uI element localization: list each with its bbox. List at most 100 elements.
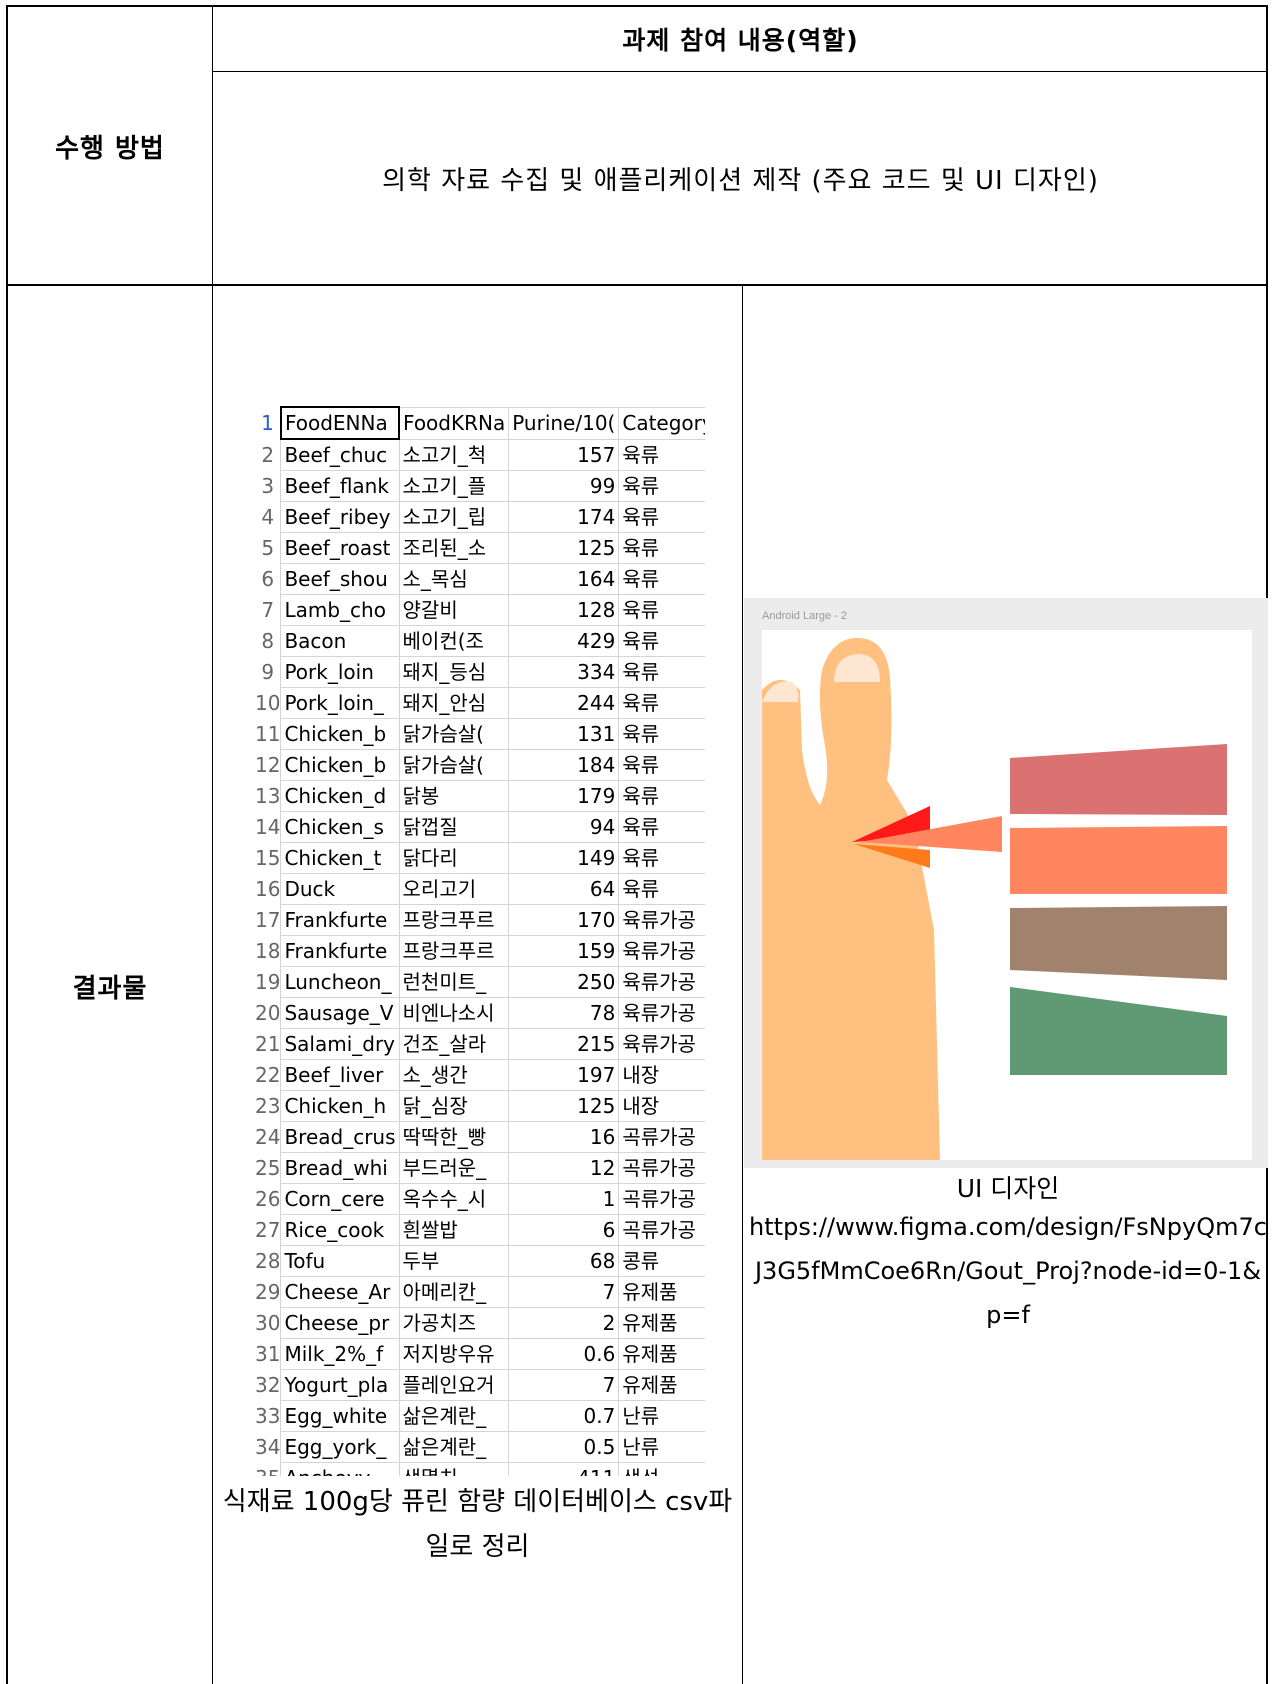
category-cell: 육류 [618,749,705,781]
food-en-cell: Bread_whi [280,1152,400,1184]
category-cell: Category [618,406,705,440]
category-cell: 곡류가공 [618,1121,705,1153]
category-cell: 육류가공 [618,1028,705,1060]
table-row: 34 Egg_york_ 삶은계란_ 0.5 난류 [255,1431,705,1463]
food-kr-cell: 돼지_안심 [398,687,510,719]
table-row: 16 Duck 오리고기 64 육류 [255,873,705,905]
table-row: 6 Beef_shou 소_목심 164 육류 [255,563,705,595]
food-kr-cell: 건조_살라 [398,1028,510,1060]
food-en-cell: Chicken_h [280,1090,400,1122]
purine-cell: 0.7 [508,1400,620,1432]
category-cell: 곡류가공 [618,1214,705,1246]
purine-cell: 429 [508,625,620,657]
category-cell: 육류 [618,687,705,719]
spreadsheet-table: 1 FoodENNa FoodKRNa Purine/10(Category 2 Beef… [255,406,705,1476]
purine-cell: 170 [508,904,620,936]
food-en-cell: Bacon [280,625,400,657]
purine-cell: 125 [508,532,620,564]
row-number: 29 [255,1276,281,1308]
purine-cell: 1 [508,1183,620,1215]
purine-cell: 250 [508,966,620,998]
figma-link[interactable]: https://www.figma.com/design/FsNpyQm7cJ3… [748,1205,1268,1337]
purine-cell: 7 [508,1276,620,1308]
food-kr-cell: 닭봉 [398,780,510,812]
table-row: 17 Frankfurte 프랑크푸르 170 육류가공 [255,904,705,936]
food-kr-cell: 소_목심 [398,563,510,595]
category-cell: 육류가공 [618,935,705,967]
food-kr-cell: 소고기_립 [398,501,510,533]
purine-cell: 0.6 [508,1338,620,1370]
category-cell: 생선 [618,1462,705,1476]
row-number: 28 [255,1245,281,1277]
row-number: 4 [255,501,281,533]
purine-cell: 12 [508,1152,620,1184]
food-en-cell: Chicken_b [280,749,400,781]
food-kr-cell: 양갈비 [398,594,510,626]
table-row: 28 Tofu 두부 68 콩류 [255,1245,705,1277]
purine-cell: 7 [508,1369,620,1401]
category-cell: 유제품 [618,1276,705,1308]
row-number: 8 [255,625,281,657]
table-row: 8 Bacon 베이컨(조 429 육류 [255,625,705,657]
purine-cell: 184 [508,749,620,781]
row-number: 24 [255,1121,281,1153]
table-row: 4 Beef_ribey 소고기_립 174 육류 [255,501,705,533]
row-number: 11 [255,718,281,750]
food-kr-cell: 오리고기 [398,873,510,905]
food-kr-cell: 플레인요거 [398,1369,510,1401]
category-cell: 내장 [618,1059,705,1091]
row-number: 5 [255,532,281,564]
purine-cell: 131 [508,718,620,750]
food-kr-cell: 소고기_플 [398,470,510,502]
table-row: 23 Chicken_h 닭_심장 125 내장 [255,1090,705,1122]
spreadsheet-caption: 식재료 100g당 퓨린 함량 데이터베이스 csv파일로 정리 [222,1487,733,1562]
food-en-cell: Cheese_Ar [280,1276,400,1308]
food-en-cell: Bread_crus [280,1121,400,1153]
category-cell: 곡류가공 [618,1183,705,1215]
category-cell: 육류 [618,873,705,905]
purine-cell: 244 [508,687,620,719]
food-kr-cell: 옥수수_시 [398,1183,510,1215]
level-bar-1 [1010,744,1227,815]
food-kr-cell: 두부 [398,1245,510,1277]
category-cell: 내장 [618,1090,705,1122]
table-row: 12 Chicken_b 닭가슴살(184 육류 [255,749,705,781]
table-row: 32 Yogurt_pla 플레인요거 7 유제품 [255,1369,705,1401]
food-en-cell: Lamb_cho [280,594,400,626]
row-number: 1 [255,407,281,439]
result-label: 결과물 [72,974,148,1004]
food-kr-cell: 런천미트_ [398,966,510,998]
row-number: 3 [255,470,281,502]
row-number: 9 [255,656,281,688]
table-row: 31 Milk_2%_f 저지방우유 0.6 유제품 [255,1338,705,1370]
food-kr-cell: FoodKRNa [398,406,510,440]
row-number: 2 [255,439,281,471]
method-label: 수행 방법 [55,134,165,164]
food-en-cell: Beef_roast [280,532,400,564]
purine-spreadsheet: 1 FoodENNa FoodKRNa Purine/10(Category 2 Beef… [255,406,705,1476]
food-kr-cell: 닭_심장 [398,1090,510,1122]
category-cell: 콩류 [618,1245,705,1277]
food-kr-cell: 프랑크푸르 [398,935,510,967]
row-number: 10 [255,687,281,719]
table-row: 24 Bread_crus 딱딱한_빵 16 곡류가공 [255,1121,705,1153]
food-kr-cell: 소고기_척 [398,438,510,471]
food-en-cell: FoodENNa [279,406,401,440]
food-en-cell: Rice_cook [280,1214,400,1246]
purine-cell: 164 [508,563,620,595]
purine-cell: 215 [508,1028,620,1060]
row-number: 30 [255,1307,281,1339]
food-en-cell: Beef_flank [280,470,400,502]
food-en-cell: Chicken_b [280,718,400,750]
row-number: 32 [255,1369,281,1401]
food-kr-cell: 프랑크푸르 [398,904,510,936]
food-en-cell: Egg_york_ [280,1431,400,1463]
food-kr-cell: 삶은계란_ [398,1431,510,1463]
food-en-cell: Beef_liver [280,1059,400,1091]
category-cell: 유제품 [618,1307,705,1339]
food-en-cell: Tofu [280,1245,400,1277]
purine-cell: 125 [508,1090,620,1122]
figma-design-preview: Android Large - 2 [744,598,1268,1168]
food-en-cell: Chicken_t [280,842,400,874]
food-en-cell: Salami_dry [280,1028,400,1060]
